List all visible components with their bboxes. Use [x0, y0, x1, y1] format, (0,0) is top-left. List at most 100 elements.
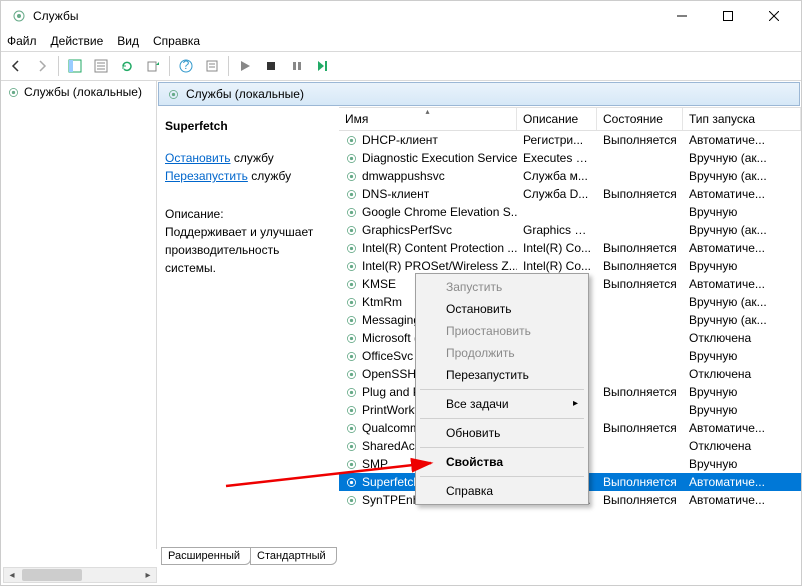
menu-bar: Файл Действие Вид Справка: [1, 31, 801, 51]
pane-header-title: Службы (локальные): [186, 87, 304, 101]
service-startup: Отключена: [683, 367, 801, 381]
service-row[interactable]: GraphicsPerfSvcGraphics p...Вручную (ак.…: [339, 221, 801, 239]
description-heading: Описание:: [165, 205, 331, 223]
service-name: Diagnostic Execution Service: [362, 151, 517, 165]
gear-icon: [345, 440, 358, 453]
column-header-name[interactable]: ▴Имя: [339, 108, 517, 130]
properties-button[interactable]: [200, 54, 224, 78]
service-desc: Регистри...: [517, 133, 597, 147]
ctx-pause[interactable]: Приостановить: [418, 320, 586, 342]
service-startup: Вручную: [683, 205, 801, 219]
start-service-button[interactable]: [233, 54, 257, 78]
console-tree: Службы (локальные): [1, 81, 157, 549]
ctx-resume[interactable]: Продолжить: [418, 342, 586, 364]
service-name: KMSE: [362, 277, 396, 291]
restart-link[interactable]: Перезапустить: [165, 169, 248, 183]
service-row[interactable]: Google Chrome Elevation S... Вручную: [339, 203, 801, 221]
tab-standard[interactable]: Стандартный: [250, 547, 337, 565]
toolbar-separator: [228, 56, 229, 76]
app-gear-icon: [11, 8, 27, 24]
service-state: Выполняется: [597, 385, 683, 399]
details-button[interactable]: [89, 54, 113, 78]
stop-service-button[interactable]: [259, 54, 283, 78]
service-row[interactable]: DHCP-клиентРегистри...ВыполняетсяАвтомат…: [339, 131, 801, 149]
service-startup: Отключена: [683, 439, 801, 453]
service-name: SMP: [362, 457, 388, 471]
restart-suffix: службу: [248, 169, 291, 183]
menu-file[interactable]: Файл: [7, 34, 37, 48]
service-startup: Вручную: [683, 385, 801, 399]
scroll-right-icon[interactable]: ▸: [140, 570, 156, 581]
service-state: Выполняется: [597, 475, 683, 489]
column-header-startup[interactable]: Тип запуска: [683, 108, 801, 130]
service-row[interactable]: dmwappushsvcСлужба м...Вручную (ак...: [339, 167, 801, 185]
ctx-separator: [420, 476, 584, 477]
service-startup: Автоматиче...: [683, 241, 801, 255]
ctx-restart[interactable]: Перезапустить: [418, 364, 586, 386]
ctx-properties[interactable]: Свойства: [418, 451, 586, 473]
service-name: GraphicsPerfSvc: [362, 223, 452, 237]
scroll-left-icon[interactable]: ◂: [4, 570, 20, 581]
maximize-button[interactable]: [705, 1, 751, 31]
service-name: Intel(R) Content Protection ...: [362, 241, 517, 255]
service-name: dmwappushsvc: [362, 169, 445, 183]
tree-scrollbar[interactable]: ◂ ▸: [3, 567, 157, 583]
ctx-stop[interactable]: Остановить: [418, 298, 586, 320]
service-name: OfficeSvc: [362, 349, 413, 363]
service-desc: Служба D...: [517, 187, 597, 201]
service-desc: Служба м...: [517, 169, 597, 183]
forward-button[interactable]: [30, 54, 54, 78]
menu-view[interactable]: Вид: [117, 34, 139, 48]
column-header-description[interactable]: Описание: [517, 108, 597, 130]
ctx-start[interactable]: Запустить: [418, 276, 586, 298]
service-startup: Вручную (ак...: [683, 151, 801, 165]
sort-caret-icon: ▴: [425, 107, 429, 116]
stop-link[interactable]: Остановить: [165, 151, 231, 165]
service-startup: Вручную (ак...: [683, 313, 801, 327]
service-startup: Вручную: [683, 457, 801, 471]
gear-icon: [167, 88, 180, 101]
service-startup: Автоматиче...: [683, 133, 801, 147]
service-startup: Автоматиче...: [683, 277, 801, 291]
back-button[interactable]: [4, 54, 28, 78]
service-row[interactable]: DNS-клиентСлужба D...ВыполняетсяАвтомати…: [339, 185, 801, 203]
gear-icon: [7, 86, 20, 99]
service-state: Выполняется: [597, 493, 683, 507]
minimize-button[interactable]: [659, 1, 705, 31]
refresh-button[interactable]: [115, 54, 139, 78]
service-state: Выполняется: [597, 421, 683, 435]
column-header-state[interactable]: Состояние: [597, 108, 683, 130]
show-hide-tree-button[interactable]: [63, 54, 87, 78]
description-text: Поддерживает и улучшает производительнос…: [165, 223, 331, 277]
service-name: DNS-клиент: [362, 187, 429, 201]
pause-service-button[interactable]: [285, 54, 309, 78]
gear-icon: [345, 476, 358, 489]
close-button[interactable]: [751, 1, 797, 31]
gear-icon: [345, 404, 358, 417]
tab-extended[interactable]: Расширенный: [161, 547, 251, 565]
service-row[interactable]: Diagnostic Execution ServiceExecutes di.…: [339, 149, 801, 167]
tree-item-services-local[interactable]: Службы (локальные): [1, 81, 156, 103]
service-startup: Вручную (ак...: [683, 223, 801, 237]
toolbar: ?: [1, 52, 801, 80]
gear-icon: [345, 170, 358, 183]
gear-icon: [345, 134, 358, 147]
selected-service-name: Superfetch: [165, 117, 331, 135]
ctx-separator: [420, 418, 584, 419]
ctx-all-tasks[interactable]: Все задачи▸: [418, 393, 586, 415]
ctx-refresh[interactable]: Обновить: [418, 422, 586, 444]
ctx-help[interactable]: Справка: [418, 480, 586, 502]
gear-icon: [345, 350, 358, 363]
service-name: Google Chrome Elevation S...: [362, 205, 517, 219]
column-headers: ▴Имя Описание Состояние Тип запуска: [339, 107, 801, 131]
scrollbar-thumb[interactable]: [22, 569, 82, 581]
service-row[interactable]: Intel(R) Content Protection ...Intel(R) …: [339, 239, 801, 257]
help-button[interactable]: ?: [174, 54, 198, 78]
gear-icon: [345, 260, 358, 273]
gear-icon: [345, 296, 358, 309]
menu-action[interactable]: Действие: [51, 34, 104, 48]
service-startup: Вручную: [683, 259, 801, 273]
menu-help[interactable]: Справка: [153, 34, 200, 48]
export-button[interactable]: [141, 54, 165, 78]
restart-service-button[interactable]: [311, 54, 335, 78]
